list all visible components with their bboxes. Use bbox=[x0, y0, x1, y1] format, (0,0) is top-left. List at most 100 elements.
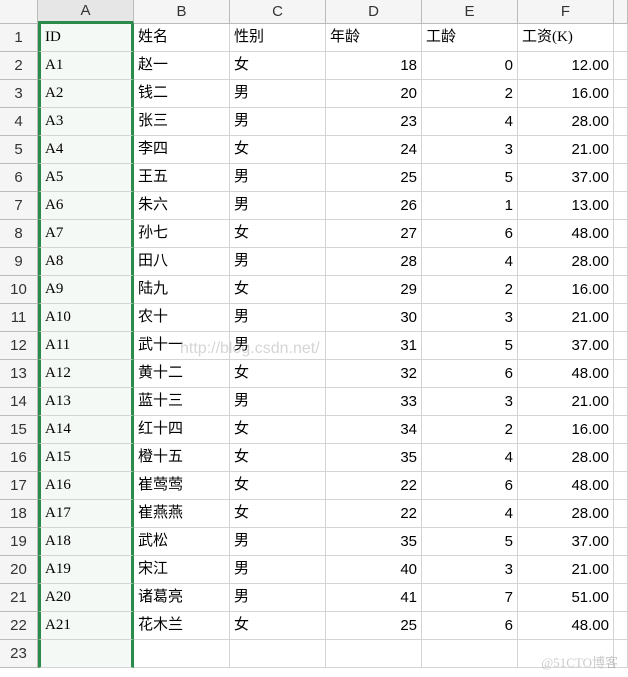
cell[interactable] bbox=[614, 360, 628, 388]
cell[interactable]: A17 bbox=[38, 500, 134, 528]
cell[interactable]: 25 bbox=[326, 612, 422, 640]
cell[interactable] bbox=[614, 304, 628, 332]
cell[interactable]: 37.00 bbox=[518, 332, 614, 360]
cell[interactable]: 6 bbox=[422, 220, 518, 248]
cell[interactable] bbox=[134, 640, 230, 668]
cell[interactable]: 诸葛亮 bbox=[134, 584, 230, 612]
cell[interactable] bbox=[614, 52, 628, 80]
cell[interactable]: 蓝十三 bbox=[134, 388, 230, 416]
row-header[interactable]: 5 bbox=[0, 136, 38, 164]
cell[interactable]: 武十一 bbox=[134, 332, 230, 360]
row-header[interactable]: 11 bbox=[0, 304, 38, 332]
cell[interactable]: 3 bbox=[422, 136, 518, 164]
cell[interactable]: 4 bbox=[422, 248, 518, 276]
cell[interactable]: 3 bbox=[422, 556, 518, 584]
cell[interactable]: 姓名 bbox=[134, 24, 230, 52]
cell[interactable]: A4 bbox=[38, 136, 134, 164]
cell[interactable]: 31 bbox=[326, 332, 422, 360]
cell[interactable] bbox=[614, 276, 628, 304]
col-header-F[interactable]: F bbox=[518, 0, 614, 24]
cell[interactable]: 女 bbox=[230, 500, 326, 528]
cell[interactable]: 48.00 bbox=[518, 220, 614, 248]
cell[interactable]: 7 bbox=[422, 584, 518, 612]
cell[interactable] bbox=[614, 164, 628, 192]
cell[interactable] bbox=[38, 640, 134, 668]
cell[interactable]: 年龄 bbox=[326, 24, 422, 52]
cell[interactable] bbox=[614, 24, 628, 52]
cell[interactable]: 崔燕燕 bbox=[134, 500, 230, 528]
cell[interactable]: 16.00 bbox=[518, 80, 614, 108]
cell[interactable]: 29 bbox=[326, 276, 422, 304]
cell[interactable]: A20 bbox=[38, 584, 134, 612]
cell[interactable]: 6 bbox=[422, 472, 518, 500]
cell[interactable]: A15 bbox=[38, 444, 134, 472]
cell[interactable]: 崔莺莺 bbox=[134, 472, 230, 500]
cell[interactable] bbox=[422, 640, 518, 668]
cell[interactable]: 16.00 bbox=[518, 416, 614, 444]
cell[interactable]: 男 bbox=[230, 80, 326, 108]
cell[interactable]: A9 bbox=[38, 276, 134, 304]
cell[interactable]: 28 bbox=[326, 248, 422, 276]
cell[interactable]: 34 bbox=[326, 416, 422, 444]
cell[interactable]: 28.00 bbox=[518, 500, 614, 528]
row-header[interactable]: 2 bbox=[0, 52, 38, 80]
cell[interactable]: 男 bbox=[230, 332, 326, 360]
cell[interactable]: 女 bbox=[230, 444, 326, 472]
cell[interactable] bbox=[614, 80, 628, 108]
cell[interactable]: 21.00 bbox=[518, 304, 614, 332]
cell[interactable]: 37.00 bbox=[518, 528, 614, 556]
cell[interactable]: 41 bbox=[326, 584, 422, 612]
row-header[interactable]: 14 bbox=[0, 388, 38, 416]
cell[interactable]: A21 bbox=[38, 612, 134, 640]
cell[interactable]: A2 bbox=[38, 80, 134, 108]
cell[interactable]: 0 bbox=[422, 52, 518, 80]
cell[interactable]: 陆九 bbox=[134, 276, 230, 304]
cell[interactable]: 工资(K) bbox=[518, 24, 614, 52]
cell[interactable] bbox=[614, 584, 628, 612]
cell[interactable] bbox=[614, 472, 628, 500]
cell[interactable]: 35 bbox=[326, 444, 422, 472]
cell[interactable]: 男 bbox=[230, 584, 326, 612]
cell[interactable]: 21.00 bbox=[518, 388, 614, 416]
cell[interactable]: 3 bbox=[422, 304, 518, 332]
cell[interactable]: 男 bbox=[230, 388, 326, 416]
cell[interactable]: 40 bbox=[326, 556, 422, 584]
cell[interactable] bbox=[614, 248, 628, 276]
cell[interactable] bbox=[614, 556, 628, 584]
cell[interactable]: 朱六 bbox=[134, 192, 230, 220]
cell[interactable] bbox=[614, 444, 628, 472]
cell[interactable] bbox=[326, 640, 422, 668]
row-header[interactable]: 3 bbox=[0, 80, 38, 108]
cell[interactable]: 28.00 bbox=[518, 444, 614, 472]
row-header[interactable]: 15 bbox=[0, 416, 38, 444]
cell[interactable]: 王五 bbox=[134, 164, 230, 192]
cell[interactable]: A14 bbox=[38, 416, 134, 444]
cell[interactable]: 花木兰 bbox=[134, 612, 230, 640]
cell[interactable] bbox=[518, 640, 614, 668]
cell[interactable]: 2 bbox=[422, 80, 518, 108]
cell[interactable] bbox=[614, 136, 628, 164]
cell[interactable]: 13.00 bbox=[518, 192, 614, 220]
cell[interactable]: 21.00 bbox=[518, 136, 614, 164]
cell[interactable]: 男 bbox=[230, 108, 326, 136]
cell[interactable]: 田八 bbox=[134, 248, 230, 276]
cell[interactable]: A6 bbox=[38, 192, 134, 220]
row-header[interactable]: 16 bbox=[0, 444, 38, 472]
row-header[interactable]: 17 bbox=[0, 472, 38, 500]
col-header-D[interactable]: D bbox=[326, 0, 422, 24]
cell[interactable]: A3 bbox=[38, 108, 134, 136]
cell[interactable]: 23 bbox=[326, 108, 422, 136]
cell[interactable]: 27 bbox=[326, 220, 422, 248]
row-header[interactable]: 10 bbox=[0, 276, 38, 304]
cell[interactable] bbox=[614, 528, 628, 556]
cell[interactable]: 28.00 bbox=[518, 108, 614, 136]
cell[interactable]: 18 bbox=[326, 52, 422, 80]
row-header[interactable]: 6 bbox=[0, 164, 38, 192]
cell[interactable] bbox=[614, 416, 628, 444]
cell[interactable]: 男 bbox=[230, 304, 326, 332]
row-header[interactable]: 20 bbox=[0, 556, 38, 584]
cell[interactable]: 48.00 bbox=[518, 360, 614, 388]
col-header-B[interactable]: B bbox=[134, 0, 230, 24]
cell[interactable]: 51.00 bbox=[518, 584, 614, 612]
cell[interactable]: 6 bbox=[422, 360, 518, 388]
